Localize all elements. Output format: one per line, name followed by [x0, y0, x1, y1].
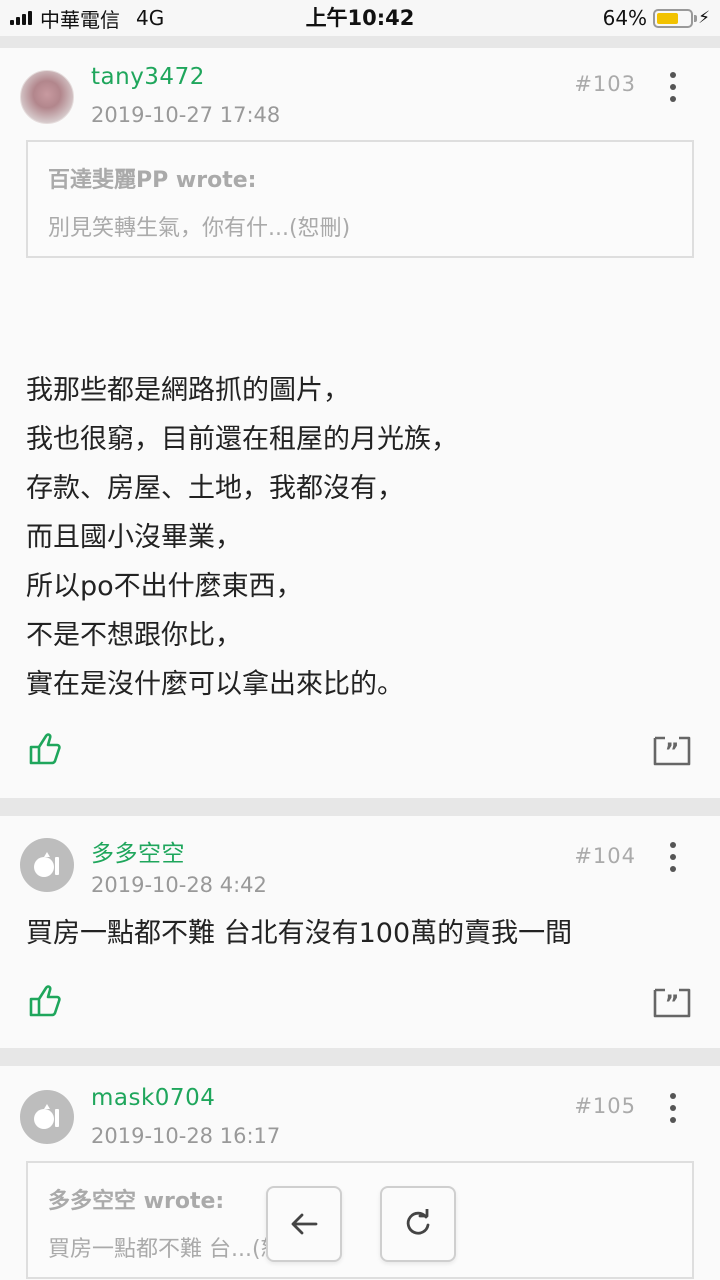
- arrow-left-icon: [291, 1213, 318, 1235]
- avatar[interactable]: [20, 838, 74, 892]
- divider: [0, 36, 720, 48]
- post-body: 買房一點都不難 台北有沒有100萬的賣我一間: [26, 909, 572, 958]
- more-vertical-icon[interactable]: [668, 1093, 678, 1123]
- refresh-button[interactable]: [380, 1186, 456, 1262]
- more-vertical-icon[interactable]: [668, 72, 678, 102]
- post-card: mask0704 2019-10-28 16:17 #105 多多空空 wrot…: [0, 1066, 720, 1280]
- post-body-line: 不是不想跟你比，: [26, 620, 242, 651]
- post-datetime: 2019-10-28 4:42: [91, 873, 267, 897]
- svg-text:”: ”: [665, 992, 679, 1017]
- divider: [0, 1048, 720, 1066]
- post-body-line: 買房一點都不難 台北有沒有100萬的賣我一間: [26, 918, 573, 949]
- avatar[interactable]: [20, 1090, 74, 1144]
- quote-block[interactable]: 百達斐麗PP wrote: 別見笑轉生氣，你有什...(恕刪): [26, 140, 694, 258]
- quote-author: 百達斐麗PP wrote:: [48, 168, 257, 193]
- post-card: 多多空空 2019-10-28 4:42 #104 買房一點都不難 台北有沒有1…: [0, 816, 720, 1048]
- post-username[interactable]: mask0704: [91, 1085, 215, 1111]
- status-bar: 中華電信 4G 上午10:42 64% ⚡︎: [0, 0, 720, 36]
- battery-icon: [653, 8, 698, 28]
- post-username[interactable]: 多多空空: [91, 834, 185, 868]
- thumbs-up-icon[interactable]: [28, 984, 64, 1018]
- post-body-line: 我也很窮，目前還在租屋的月光族，: [26, 424, 458, 455]
- quote-text: 別見笑轉生氣，你有什...(恕刪): [48, 216, 351, 241]
- default-avatar-icon: [34, 852, 59, 877]
- post-datetime: 2019-10-27 17:48: [91, 103, 281, 127]
- post-floor-number: #103: [574, 72, 636, 96]
- post-body-line: 實在是沒什麼可以拿出來比的。: [26, 669, 404, 700]
- post-body: 我那些都是網路抓的圖片， 我也很窮，目前還在租屋的月光族， 存款、房屋、土地，我…: [26, 366, 458, 709]
- post-floor-number: #104: [574, 844, 636, 868]
- battery-percent: 64%: [602, 6, 648, 30]
- refresh-icon: [406, 1209, 430, 1235]
- post-body-line: 而且國小沒畢業，: [26, 522, 242, 553]
- default-avatar-icon: [34, 1104, 59, 1129]
- divider: [0, 798, 720, 816]
- post-body-line: 我那些都是網路抓的圖片，: [26, 375, 350, 406]
- post-username[interactable]: tany3472: [91, 64, 205, 90]
- post-datetime: 2019-10-28 16:17: [91, 1124, 281, 1148]
- charging-icon: ⚡︎: [698, 8, 710, 28]
- post-body-line: 存款、房屋、土地，我都沒有，: [26, 473, 404, 504]
- back-button[interactable]: [266, 1186, 342, 1262]
- avatar[interactable]: [20, 70, 74, 124]
- post-card: tany3472 2019-10-27 17:48 #103 百達斐麗PP wr…: [0, 48, 720, 798]
- quote-block[interactable]: 多多空空 wrote: 買房一點都不難 台...(恕刪): [26, 1161, 694, 1279]
- more-vertical-icon[interactable]: [668, 842, 678, 872]
- thumbs-up-icon[interactable]: [28, 732, 64, 766]
- svg-text:”: ”: [665, 740, 679, 765]
- post-floor-number: #105: [574, 1094, 636, 1118]
- quote-reply-icon[interactable]: ”: [652, 732, 692, 766]
- quote-reply-icon[interactable]: ”: [652, 984, 692, 1018]
- status-right: 64% ⚡︎: [603, 4, 710, 32]
- quote-author: 多多空空 wrote:: [48, 1189, 225, 1214]
- post-body-line: 所以po不出什麼東西，: [26, 571, 303, 602]
